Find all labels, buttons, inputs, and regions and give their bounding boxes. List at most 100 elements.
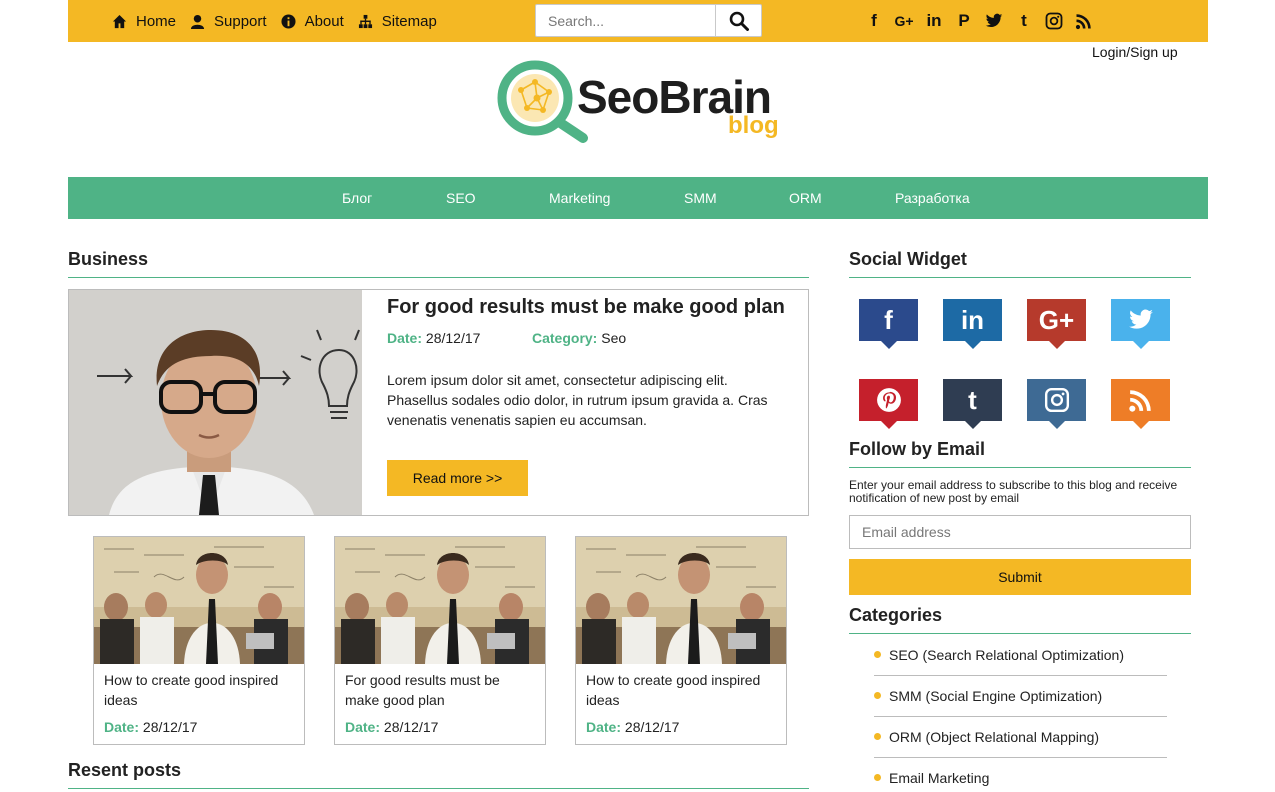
main-nav-development[interactable]: Разработка	[895, 177, 970, 219]
top-rss-link[interactable]	[1069, 6, 1099, 36]
post-card-title[interactable]: How to create good inspired ideas	[104, 670, 296, 710]
post-card-title[interactable]: How to create good inspired ideas	[586, 670, 778, 710]
post-card[interactable]: How to create good inspired ideas Date: …	[93, 536, 305, 745]
social-widget-pointer	[1133, 421, 1149, 429]
top-pinterest-link[interactable]: P	[949, 6, 979, 36]
support-icon	[190, 14, 205, 29]
featured-post-title[interactable]: For good results must be make good plan	[387, 296, 785, 319]
social-widget-box	[1111, 379, 1170, 421]
featured-post-category: Category: Seo	[532, 330, 626, 346]
top-nav-home-label: Home	[136, 12, 177, 30]
submit-button[interactable]: Submit	[849, 559, 1191, 595]
social-widget-rss[interactable]	[1111, 379, 1170, 429]
site-logo[interactable]: SeoBrain blog	[497, 60, 787, 146]
info-icon	[281, 13, 296, 29]
social-widget-tumblr[interactable]: t	[943, 379, 1002, 429]
linkedin-icon: in	[960, 304, 985, 335]
businessman-photo	[69, 290, 362, 515]
social-widget-pointer	[1049, 421, 1065, 429]
social-widget-pointer	[1049, 341, 1065, 349]
featured-post-image[interactable]	[69, 290, 362, 515]
top-social-links: f G+ in P t	[859, 0, 1099, 42]
post-card-date: Date: 28/12/17	[345, 719, 438, 735]
date-value: 28/12/17	[624, 719, 680, 735]
date-label: Date:	[104, 719, 140, 735]
twitter-icon	[985, 13, 1003, 28]
team-photo	[576, 537, 786, 664]
featured-post: For good results must be make good plan …	[68, 289, 809, 516]
category-label: Category:	[532, 330, 598, 346]
social-widget-heading: Social Widget	[849, 249, 967, 269]
social-widget-pointer	[965, 421, 981, 429]
featured-post-date: Date: 28/12/17	[387, 330, 480, 346]
google-plus-icon: G+	[1038, 304, 1075, 335]
top-facebook-link[interactable]: f	[859, 6, 889, 36]
social-widget-pinterest[interactable]	[859, 379, 918, 429]
social-widget-box	[1111, 299, 1170, 341]
featured-post-excerpt: Lorem ipsum dolor sit amet, consectetur …	[387, 372, 768, 428]
top-nav-sitemap[interactable]: Sitemap	[358, 13, 437, 30]
top-nav: Home Support About Sitemap	[112, 0, 451, 42]
main-nav-marketing[interactable]: Marketing	[549, 177, 610, 219]
team-photo	[335, 537, 545, 664]
category-item[interactable]: SEO (Search Relational Optimization)	[874, 635, 1167, 676]
email-field[interactable]	[849, 515, 1191, 549]
category-item[interactable]: SMM (Social Engine Optimization)	[874, 676, 1167, 717]
main-nav-seo[interactable]: SEO	[446, 177, 476, 219]
top-nav-sitemap-label: Sitemap	[381, 12, 437, 30]
social-widget-google-plus[interactable]: G+	[1027, 299, 1086, 349]
top-linkedin-link[interactable]: in	[919, 6, 949, 36]
bullet-icon	[874, 733, 881, 740]
post-card-date: Date: 28/12/17	[104, 719, 197, 735]
team-photo	[94, 537, 304, 664]
social-widget-pointer	[1133, 341, 1149, 349]
rss-icon	[1128, 390, 1151, 412]
categories-heading: Categories	[849, 605, 943, 625]
top-nav-about[interactable]: About	[281, 13, 344, 30]
category-item[interactable]: ORM (Object Relational Mapping)	[874, 717, 1167, 758]
business-divider	[68, 277, 809, 278]
social-widget-box	[859, 379, 918, 421]
pinterest-icon: P	[958, 11, 970, 30]
top-twitter-link[interactable]	[979, 6, 1009, 36]
bullet-icon	[874, 692, 881, 699]
instagram-icon	[1044, 387, 1069, 413]
post-card[interactable]: How to create good inspired ideas Date: …	[575, 536, 787, 745]
twitter-icon	[1128, 309, 1153, 329]
top-nav-home[interactable]: Home	[112, 13, 176, 30]
home-icon	[112, 14, 127, 28]
social-widget-box: t	[943, 379, 1002, 421]
social-widget-box	[1027, 379, 1086, 421]
facebook-icon: f	[884, 304, 893, 335]
post-card-image[interactable]	[335, 537, 545, 664]
top-tumblr-link[interactable]: t	[1009, 6, 1039, 36]
social-widget-linkedin[interactable]: in	[943, 299, 1002, 349]
search-button[interactable]	[715, 5, 761, 36]
main-nav-blog[interactable]: Блог	[342, 177, 372, 219]
login-signup-link[interactable]: Login/Sign up	[1092, 44, 1178, 60]
category-item[interactable]: Email Marketing	[874, 758, 1167, 792]
social-widget-box: in	[943, 299, 1002, 341]
post-card-image[interactable]	[94, 537, 304, 664]
google-plus-icon: G+	[894, 13, 914, 29]
sitemap-icon	[358, 14, 372, 28]
search-input[interactable]	[536, 5, 716, 36]
main-nav-smm[interactable]: SMM	[684, 177, 717, 219]
top-instagram-link[interactable]	[1039, 6, 1069, 36]
read-more-button[interactable]: Read more >>	[387, 460, 528, 496]
post-card-title[interactable]: For good results must be make good plan	[345, 670, 537, 710]
post-card[interactable]: For good results must be make good plan …	[334, 536, 546, 745]
post-card-image[interactable]	[576, 537, 786, 664]
social-widget-facebook[interactable]: f	[859, 299, 918, 349]
social-widget-box: G+	[1027, 299, 1086, 341]
top-nav-support[interactable]: Support	[190, 13, 267, 30]
tumblr-icon: t	[968, 384, 977, 415]
main-nav-orm[interactable]: ORM	[789, 177, 822, 219]
social-widget-instagram[interactable]	[1027, 379, 1086, 429]
category-value[interactable]: Seo	[601, 330, 626, 346]
social-widget-twitter[interactable]	[1111, 299, 1170, 349]
follow-email-divider	[849, 467, 1191, 468]
main-nav: Блог SEO Marketing SMM ORM Разработка	[68, 177, 1208, 219]
social-widget-pointer	[881, 421, 897, 429]
top-google-plus-link[interactable]: G+	[889, 6, 919, 36]
